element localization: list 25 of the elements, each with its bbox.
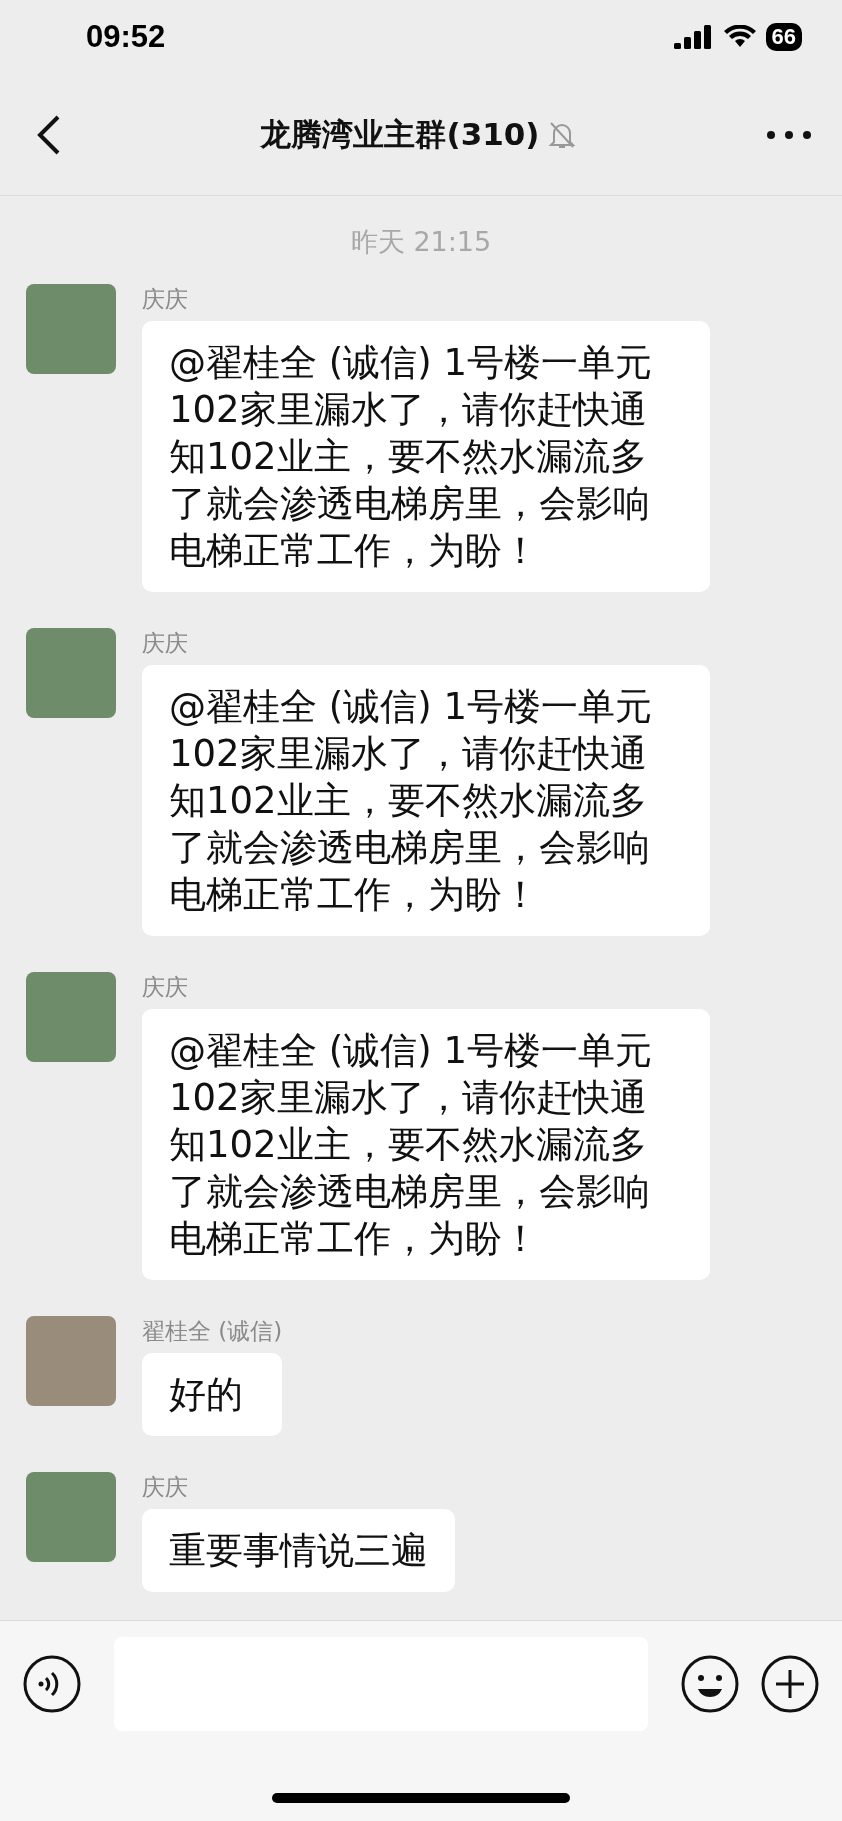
avatar-photo-placeholder[interactable] [26, 972, 116, 1062]
message-bubble: 重要事情说三遍 [142, 1509, 455, 1592]
sender-name: 翟桂全 (诚信) [142, 1317, 283, 1346]
emoji-button[interactable] [680, 1654, 740, 1714]
message-bubble: 好的 [142, 1353, 283, 1436]
plus-button[interactable] [760, 1654, 820, 1714]
chat-title: 龙腾湾业主群(310) [260, 114, 540, 154]
message-bubble: @翟桂全 (诚信) 1号楼一单元102家里漏水了，请你赶快通知102业主，要不然水漏流多了就会渗透电梯房里，会影响电梯正常工作，为盼！ [142, 1009, 710, 1280]
more-icon[interactable] [766, 129, 812, 140]
signal-icon [673, 25, 714, 49]
voice-button[interactable] [22, 1654, 82, 1714]
battery-level: 66 [765, 23, 802, 51]
message-timestamp: 昨天 21:15 [350, 226, 492, 257]
avatar-photo-placeholder[interactable] [26, 284, 116, 374]
sender-name: 庆庆 [142, 629, 189, 658]
sender-name: 庆庆 [142, 285, 189, 314]
message-bubble: @翟桂全 (诚信) 1号楼一单元102家里漏水了，请你赶快通知102业主，要不然水漏流多了就会渗透电梯房里，会影响电梯正常工作，为盼！ [142, 321, 710, 592]
sender-name: 庆庆 [142, 973, 189, 1002]
wifi-icon [723, 25, 756, 49]
avatar-photo-placeholder[interactable] [26, 1316, 116, 1406]
message-bubble: @翟桂全 (诚信) 1号楼一单元102家里漏水了，请你赶快通知102业主，要不然水漏流多了就会渗透电梯房里，会影响电梯正常工作，为盼！ [142, 665, 710, 936]
avatar-photo-placeholder[interactable] [26, 628, 116, 718]
avatar-photo-placeholder[interactable] [26, 1472, 116, 1562]
sender-name: 庆庆 [142, 1473, 189, 1502]
status-time: 09:52 [86, 19, 166, 55]
